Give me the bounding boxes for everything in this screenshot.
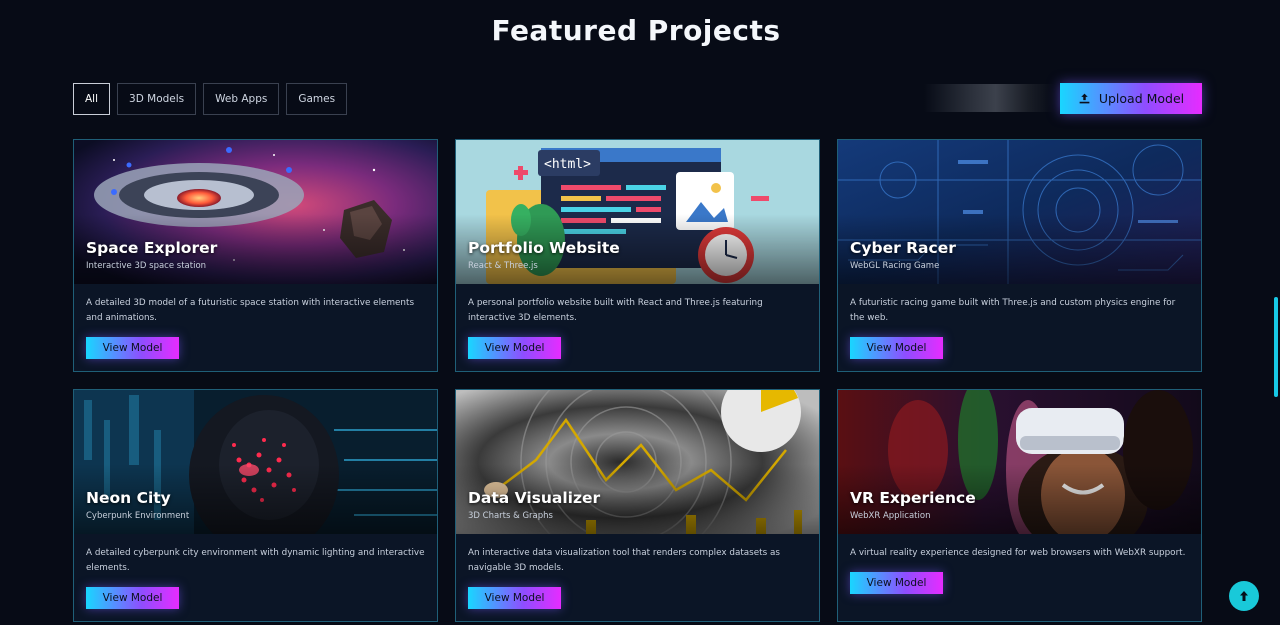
page-title: Featured Projects [491, 14, 781, 47]
arrow-up-icon [1240, 591, 1248, 601]
view-model-button[interactable]: View Model [850, 337, 943, 359]
view-model-button[interactable]: View Model [468, 337, 561, 359]
view-model-button[interactable]: View Model [86, 587, 179, 609]
project-image[interactable]: Space Explorer Interactive 3D space stat… [74, 140, 437, 284]
project-subtitle: 3D Charts & Graphs [468, 511, 553, 521]
filter-all-button[interactable]: All [73, 83, 111, 115]
filter-bar: All 3D Models Web Apps Games [73, 83, 348, 115]
project-title: Space Explorer [86, 239, 218, 257]
view-model-button[interactable]: View Model [86, 337, 179, 359]
project-title: Cyber Racer [850, 239, 956, 257]
project-image[interactable]: Data Visualizer 3D Charts & Graphs [456, 390, 819, 534]
search-glow-decoration [924, 84, 1054, 112]
upload-model-label: Upload Model [1098, 91, 1185, 106]
back-to-top-button[interactable] [1229, 581, 1259, 611]
project-subtitle: React & Three.js [468, 261, 538, 271]
project-card: Neon City Cyberpunk Environment A detail… [73, 389, 438, 622]
project-description: A futuristic racing game built with Thre… [850, 298, 1176, 323]
view-model-button[interactable]: View Model [850, 572, 943, 594]
project-image[interactable]: VR Experience WebXR Application [838, 390, 1201, 534]
project-image[interactable]: Cyber Racer WebGL Racing Game [838, 140, 1201, 284]
upload-icon [1079, 93, 1090, 104]
project-subtitle: Cyberpunk Environment [86, 511, 190, 521]
project-subtitle: WebGL Racing Game [850, 261, 940, 271]
project-description: An interactive data visualization tool t… [468, 548, 780, 573]
project-subtitle: WebXR Application [850, 511, 931, 521]
filter-web-apps-button[interactable]: Web Apps [203, 83, 280, 115]
project-card: Cyber Racer WebGL Racing Game A futurist… [837, 139, 1202, 372]
project-card: Space Explorer Interactive 3D space stat… [73, 139, 438, 372]
project-description: A personal portfolio website built with … [468, 298, 763, 323]
project-card: Data Visualizer 3D Charts & Graphs An in… [455, 389, 820, 622]
scrollbar-thumb[interactable] [1274, 297, 1278, 397]
upload-model-button[interactable]: Upload Model [1060, 83, 1202, 114]
project-image[interactable]: Neon City Cyberpunk Environment [74, 390, 437, 534]
project-title: Portfolio Website [468, 239, 620, 257]
project-title: Neon City [86, 489, 171, 507]
project-description: A detailed 3D model of a futuristic spac… [86, 298, 415, 323]
project-title: VR Experience [850, 489, 976, 507]
project-subtitle: Interactive 3D space station [86, 261, 207, 271]
filter-games-button[interactable]: Games [286, 83, 348, 115]
project-description: A virtual reality experience designed fo… [850, 548, 1186, 558]
project-title: Data Visualizer [468, 489, 601, 507]
project-card: <html> Portfolio Website React & Three.j… [455, 139, 820, 372]
svg-text:<html>: <html> [544, 157, 591, 172]
view-model-button[interactable]: View Model [468, 587, 561, 609]
project-card: VR Experience WebXR Application A virtua… [837, 389, 1202, 622]
project-image[interactable]: <html> Portfolio Website React & Three.j… [456, 140, 819, 284]
filter-3d-models-button[interactable]: 3D Models [117, 83, 197, 115]
project-description: A detailed cyberpunk city environment wi… [86, 548, 425, 573]
